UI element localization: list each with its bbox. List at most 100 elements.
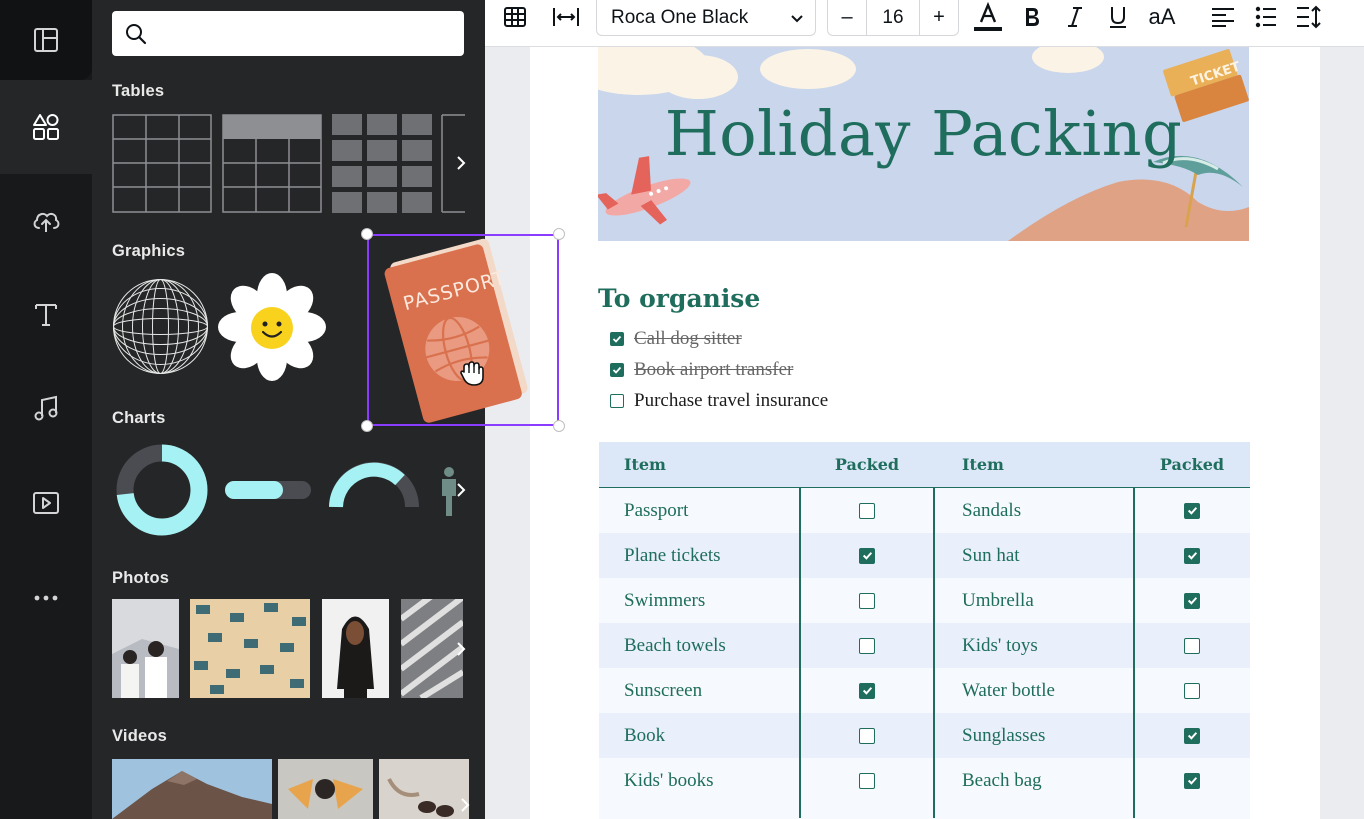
font-family-select[interactable]: Roca One Black — [596, 0, 816, 36]
packed-cell-left[interactable] — [800, 713, 934, 758]
packed-checkbox[interactable] — [859, 637, 875, 654]
packed-checkbox[interactable] — [1184, 727, 1200, 744]
packed-checkbox[interactable] — [859, 547, 875, 564]
header-packed-right[interactable]: Packed — [1134, 442, 1250, 487]
todo-item[interactable]: Book airport transfer — [610, 359, 793, 381]
packed-cell-left[interactable] — [800, 668, 934, 713]
smiley-flower-graphic[interactable] — [218, 273, 326, 381]
decrease-font-size-button[interactable]: – — [828, 0, 866, 35]
rail-elements[interactable] — [0, 80, 92, 174]
wireframe-globe-graphic[interactable] — [112, 278, 209, 375]
packed-checkbox[interactable] — [1184, 547, 1200, 564]
banner-title[interactable]: Holiday Packing — [598, 97, 1249, 170]
video-thumb-pizza[interactable] — [278, 759, 373, 819]
donut-chart-thumb[interactable] — [116, 444, 208, 536]
header-item-right[interactable]: Item — [962, 442, 1004, 487]
photos-next-button[interactable] — [449, 637, 473, 661]
header-item-left[interactable]: Item — [624, 442, 666, 487]
packed-checkbox[interactable] — [859, 727, 875, 744]
gauge-thumb[interactable] — [328, 461, 420, 509]
packed-cell-right[interactable] — [1134, 758, 1250, 803]
packed-cell-left[interactable] — [800, 488, 934, 533]
item-cell-right[interactable]: Sun hat — [962, 533, 1020, 578]
packed-checkbox[interactable] — [1184, 637, 1200, 654]
header-banner[interactable]: TICKET Holiday Packing — [598, 47, 1249, 241]
packed-cell-left[interactable] — [800, 533, 934, 578]
packed-cell-right[interactable] — [1134, 578, 1250, 623]
header-packed-left[interactable]: Packed — [800, 442, 934, 487]
item-cell-left[interactable]: Passport — [624, 488, 688, 533]
text-case-button[interactable]: aA — [1145, 0, 1179, 33]
rail-uploads[interactable] — [0, 174, 92, 268]
resize-handle[interactable] — [361, 228, 373, 240]
line-spacing-button[interactable] — [1295, 0, 1323, 33]
tables-next-button[interactable] — [449, 151, 473, 175]
packed-cell-right[interactable] — [1134, 668, 1250, 713]
packed-checkbox[interactable] — [859, 592, 875, 609]
organise-heading[interactable]: To organise — [598, 284, 760, 313]
packed-checkbox[interactable] — [859, 682, 875, 699]
packed-checkbox[interactable] — [859, 502, 875, 519]
item-cell-left[interactable]: Swimmers — [624, 578, 705, 623]
table-thumb-blocks[interactable] — [332, 114, 432, 213]
item-cell-left[interactable]: Kids' books — [624, 758, 713, 803]
packed-checkbox[interactable] — [1184, 772, 1200, 789]
item-cell-left[interactable]: Plane tickets — [624, 533, 721, 578]
packed-cell-left[interactable] — [800, 758, 934, 803]
item-cell-left[interactable]: Book — [624, 713, 665, 758]
underline-button[interactable] — [1105, 0, 1131, 33]
italic-button[interactable] — [1063, 0, 1087, 33]
video-thumb-mountain[interactable] — [112, 759, 272, 819]
bullet-list-button[interactable] — [1253, 0, 1279, 33]
text-color-button[interactable] — [972, 0, 1004, 33]
resize-handle[interactable] — [553, 228, 565, 240]
packed-checkbox[interactable] — [1184, 592, 1200, 609]
resize-handle[interactable] — [553, 420, 565, 432]
packed-cell-left[interactable] — [800, 578, 934, 623]
item-cell-left[interactable]: Sunscreen — [624, 668, 702, 713]
packed-checkbox[interactable] — [859, 772, 875, 789]
todo-checkbox[interactable] — [610, 394, 624, 408]
spacing-button[interactable] — [551, 0, 581, 33]
packed-cell-right[interactable] — [1134, 713, 1250, 758]
item-cell-right[interactable]: Kids' toys — [962, 623, 1038, 668]
table-row: Sunscreen Water bottle — [599, 668, 1250, 713]
search-input[interactable] — [112, 11, 464, 56]
photo-thumb-building[interactable] — [190, 599, 310, 698]
item-cell-right[interactable]: Sunglasses — [962, 713, 1045, 758]
packed-cell-left[interactable] — [800, 623, 934, 668]
item-cell-right[interactable]: Beach bag — [962, 758, 1042, 803]
table-thumb-grid[interactable] — [112, 114, 212, 213]
packed-cell-right[interactable] — [1134, 533, 1250, 578]
font-size-input[interactable]: 16 — [866, 0, 920, 35]
increase-font-size-button[interactable]: + — [920, 0, 958, 35]
item-cell-right[interactable]: Water bottle — [962, 668, 1055, 713]
rail-text[interactable] — [0, 268, 92, 362]
rail-more[interactable] — [0, 551, 92, 645]
todo-checkbox[interactable] — [610, 363, 624, 377]
table-button[interactable] — [501, 0, 529, 33]
packed-cell-right[interactable] — [1134, 623, 1250, 668]
charts-next-button[interactable] — [449, 478, 473, 502]
rail-videos[interactable] — [0, 456, 92, 550]
item-cell-left[interactable]: Beach towels — [624, 623, 726, 668]
progress-bar-thumb[interactable] — [225, 481, 311, 499]
bold-button[interactable] — [1019, 0, 1045, 33]
videos-next-button[interactable] — [453, 793, 477, 817]
item-cell-right[interactable]: Sandals — [962, 488, 1021, 533]
rail-design[interactable] — [0, 0, 92, 80]
align-button[interactable] — [1209, 0, 1237, 33]
todo-checkbox[interactable] — [610, 332, 624, 346]
photo-thumb-couple[interactable] — [112, 599, 179, 698]
packed-checkbox[interactable] — [1184, 682, 1200, 699]
resize-handle[interactable] — [361, 420, 373, 432]
table-thumb-header[interactable] — [222, 114, 322, 213]
todo-item[interactable]: Purchase travel insurance — [610, 390, 828, 412]
item-cell-right[interactable]: Umbrella — [962, 578, 1034, 623]
photo-thumb-woman[interactable] — [322, 599, 389, 698]
packed-cell-right[interactable] — [1134, 488, 1250, 533]
todo-item[interactable]: Call dog sitter — [610, 328, 742, 350]
packed-checkbox[interactable] — [1184, 502, 1200, 519]
rail-audio[interactable] — [0, 362, 92, 456]
passport-graphic[interactable] — [384, 238, 534, 426]
